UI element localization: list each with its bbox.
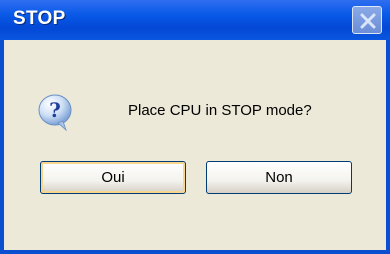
yes-button[interactable]: Oui	[40, 161, 186, 194]
dialog-message: Place CPU in STOP mode?	[128, 102, 312, 119]
svg-text:?: ?	[49, 98, 61, 122]
title-bar[interactable]: STOP	[0, 0, 390, 40]
dialog-body: ? Place CPU in STOP mode? Oui Non	[4, 40, 386, 250]
no-button[interactable]: Non	[206, 161, 352, 194]
close-icon	[360, 13, 376, 29]
question-icon: ?	[38, 94, 72, 131]
dialog-window: STOP ? Place CPU in STOP mode? Oui Non	[0, 0, 390, 254]
dialog-title: STOP	[13, 8, 66, 29]
close-button[interactable]	[352, 6, 382, 34]
